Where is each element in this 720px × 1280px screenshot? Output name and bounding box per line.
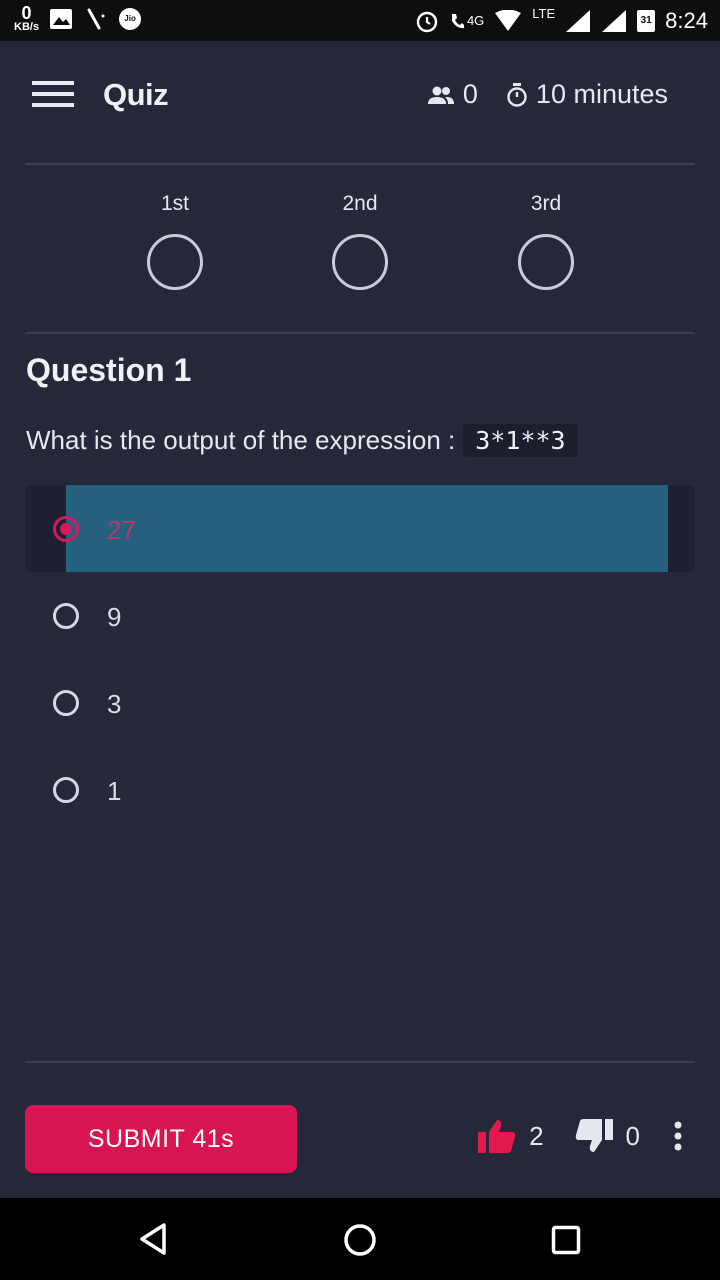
answer-option-label[interactable]: 3 (107, 689, 121, 720)
radio-button[interactable] (53, 603, 79, 629)
recents-icon[interactable] (551, 1225, 581, 1255)
leaderboard: 1st 2nd 3rd (0, 170, 720, 320)
leaderboard-divider (25, 332, 695, 334)
leader-avatar-placeholder (147, 234, 203, 290)
page-title: Quiz (103, 77, 169, 112)
duration-value: 10 minutes (535, 79, 668, 109)
question-prompt: What is the output of the expression : (26, 425, 456, 455)
gallery-icon (50, 8, 73, 29)
radio-button[interactable] (53, 777, 79, 803)
leader-rank: 2nd (342, 192, 378, 215)
hamburger-menu-icon[interactable] (32, 81, 74, 111)
calendar-icon: 31 (637, 9, 656, 32)
app-header: Quiz 0 10 minutes (0, 41, 720, 151)
participants-value: 0 (462, 79, 478, 109)
question-expression: 3*1**3 (463, 424, 578, 457)
home-icon[interactable] (343, 1223, 377, 1257)
wrench-icon (87, 8, 105, 29)
network-speed: 0 KB/s (14, 4, 39, 33)
answer-option-label[interactable]: 1 (107, 776, 121, 807)
likes-count: 2 (529, 1120, 544, 1151)
leader-avatar-placeholder (332, 234, 388, 290)
lte-label: LTE (532, 6, 556, 21)
volte-indicator: 4G (449, 12, 484, 30)
quiz-meta: 0 10 minutes (427, 79, 668, 110)
phone-icon (451, 13, 464, 28)
leader-slot-1st: 1st (140, 192, 210, 290)
question-title: Question 1 (26, 352, 192, 388)
leader-rank: 3rd (530, 192, 562, 215)
dislikes-count: 0 (625, 1120, 640, 1151)
clock: 8:24 (665, 7, 708, 33)
thumbs-up-icon[interactable] (477, 1118, 517, 1154)
selected-highlight (66, 485, 668, 572)
header-divider (25, 163, 695, 165)
leader-rank: 1st (160, 192, 189, 215)
network-4g-label: 4G (466, 13, 485, 28)
system-nav-bar (0, 1198, 720, 1280)
status-bar: 0 KB/s Jio 4G LTE 31 8:24 (0, 0, 720, 41)
radio-button-selected[interactable] (53, 516, 79, 542)
wifi-icon (495, 9, 522, 31)
network-speed-value: 0 (21, 3, 32, 23)
reactions: 2 0 (477, 1118, 684, 1154)
people-icon (427, 86, 454, 104)
leader-avatar-placeholder (518, 234, 574, 290)
thumbs-down-icon[interactable] (574, 1118, 614, 1154)
network-speed-unit: KB/s (14, 21, 40, 33)
signal-icon-2 (602, 9, 627, 32)
more-options-icon[interactable] (672, 1121, 684, 1151)
signal-icon (566, 9, 591, 32)
quiz-duration: 10 minutes (506, 79, 668, 110)
timer-icon (507, 82, 527, 107)
leader-slot-3rd: 3rd (511, 192, 581, 290)
answer-option-label[interactable]: 9 (107, 602, 121, 633)
radio-button[interactable] (53, 690, 79, 716)
question-text: What is the output of the expression : 3… (26, 424, 578, 457)
answer-option-label[interactable]: 27 (107, 515, 136, 546)
participants-count: 0 (427, 79, 478, 110)
footer-divider (25, 1061, 695, 1063)
back-icon[interactable] (137, 1222, 169, 1256)
calendar-day: 31 (640, 14, 652, 26)
jio-icon: Jio (119, 7, 142, 30)
alarm-icon (416, 11, 438, 32)
leader-slot-2nd: 2nd (325, 192, 395, 290)
submit-button[interactable]: SUBMIT 41s (25, 1105, 297, 1173)
